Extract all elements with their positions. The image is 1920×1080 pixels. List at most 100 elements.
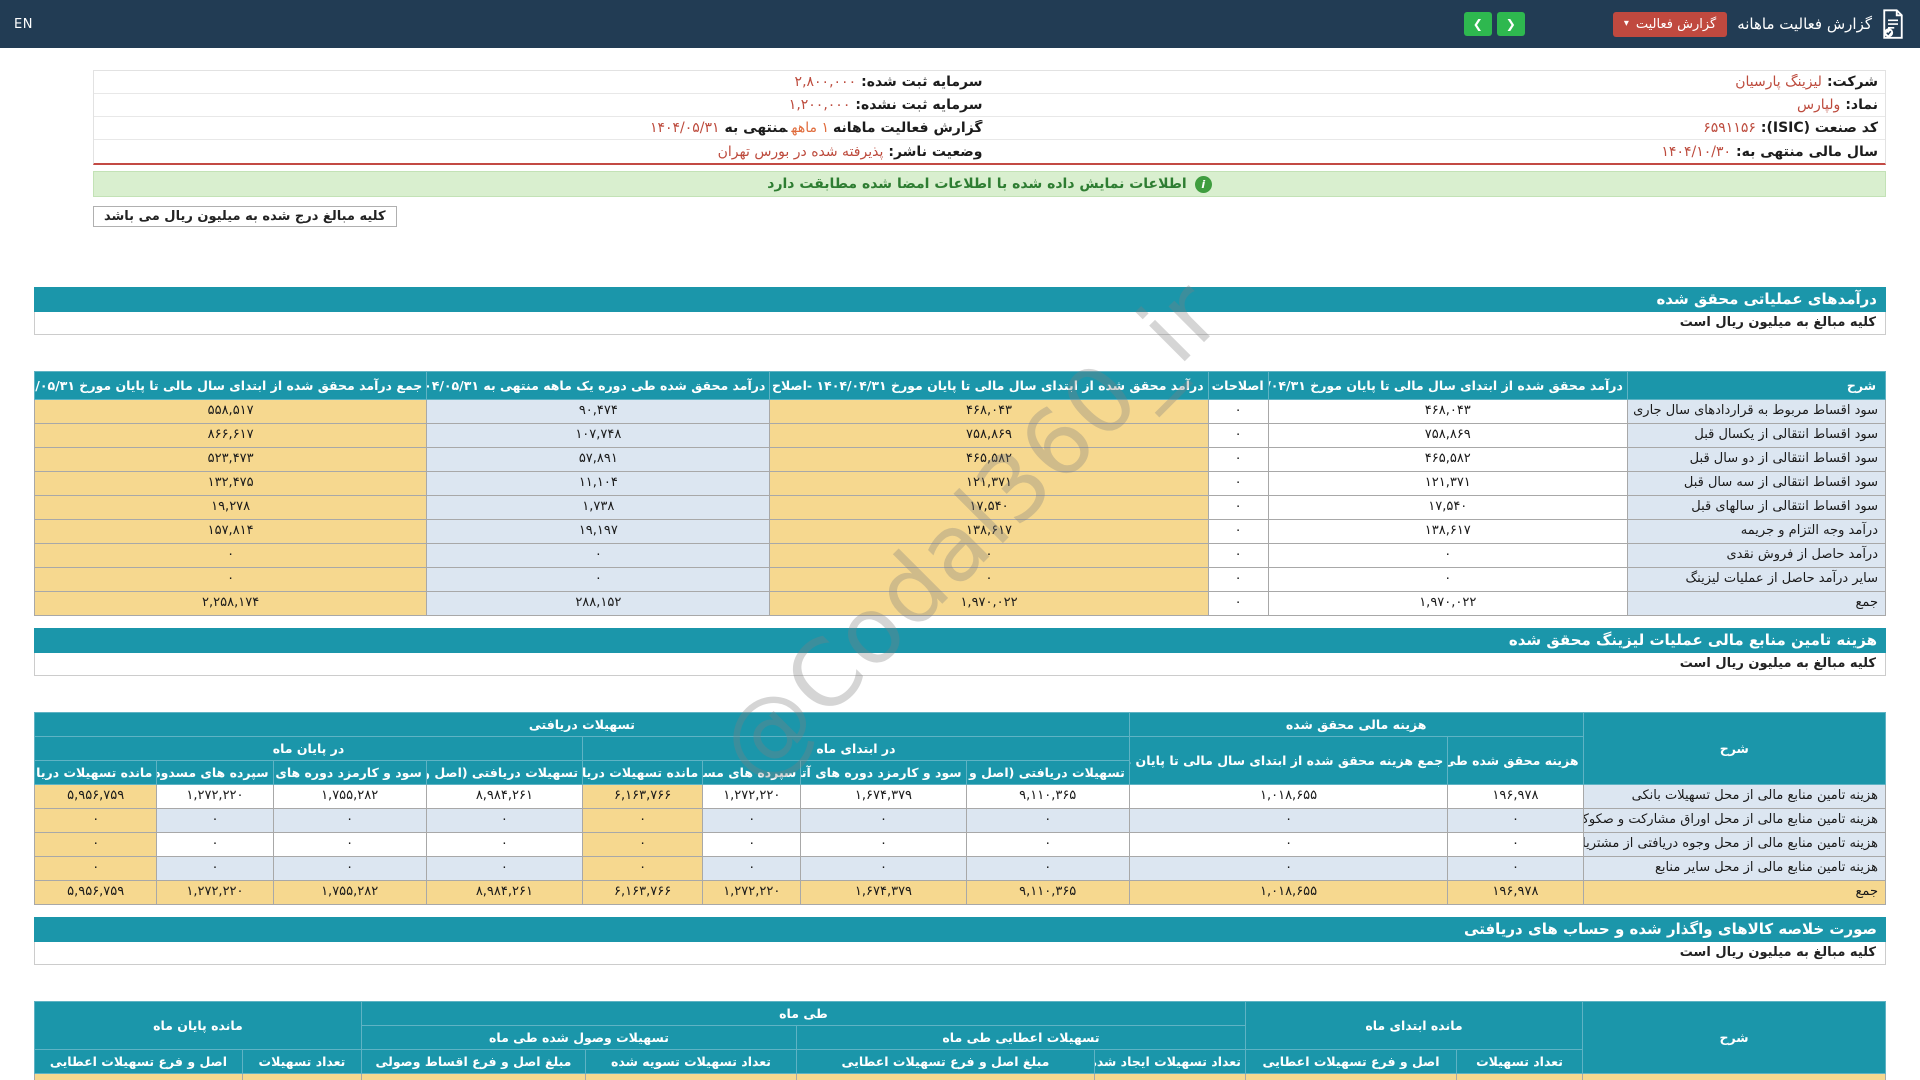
col-header: تسهیلات دریافتی (اصل و فرع) [425,760,584,785]
info-label: سال مالی منتهی به: [1736,143,1878,160]
value-cell: ۱۱,۱۰۴ [426,471,771,496]
info-value: ۲,۸۰۰,۰۰۰ [794,74,857,90]
value-cell: ۰ [800,856,967,881]
info-value: ۱,۲۰۰,۰۰۰ [788,97,851,113]
value-cell: ۰ [156,808,274,833]
row-label: جمع [1582,880,1887,905]
value-cell: ۱,۲۷۲,۲۲۰ [702,784,802,809]
col-header-desc: شرح [1626,371,1887,400]
value-cell: ۱,۲۷۲,۲۲۰ [156,880,274,905]
leased-goods-table: شرح مانده ابتدای ماه طی ماه مانده پایان … [33,1001,1886,1080]
value-cell: ۱۲۱,۳۷۱ [1267,471,1628,496]
value-cell: ۰ [425,832,584,857]
report-type-dropdown[interactable]: گزارش فعالیت ▾ [1612,11,1728,37]
financing-cost-table: شرح هزینه مالی محقق شده تسهیلات دریافتی … [33,712,1887,905]
next-report-button[interactable]: ❯ [1496,12,1525,36]
value-cell: ۹,۱۱۰,۳۶۵ [965,880,1130,905]
value-cell: ۰ [769,567,1209,592]
col-header: سود و کارمزد دوره های آتی [800,760,967,785]
section-operating-income: درآمدهای عملیاتی محقق شده کلیه مبالغ به … [33,287,1887,616]
value-cell: ۱,۷۵۵,۲۸۲ [272,880,427,905]
value-cell: ۱,۹۷۰,۰۲۲ [1267,591,1628,616]
row-label: سود اقساط انتقالی از سالهای قبل [1626,495,1887,520]
value-cell: ۰ [426,543,771,568]
info-row: نماد: ولپارس سرمایه ثبت نشده:۱,۲۰۰,۰۰۰ [94,94,1885,117]
value-cell: ۱,۶۷۴,۳۷۹ [800,784,967,809]
value-cell: ۱,۲۷۲,۲۲۰ [702,880,802,905]
language-toggle-en[interactable]: EN [14,17,33,32]
info-row: شرکت:لیزینگ پارسیان سرمایه ثبت شده:۲,۸۰۰,… [94,71,1885,94]
section-title: درآمدهای عملیاتی محقق شده [34,287,1886,312]
info-value[interactable]: لیزینگ پارسیان [1735,74,1822,90]
value-cell: ۰ [1207,543,1269,568]
value-cell: ۴۶۸,۰۴۳ [769,399,1209,424]
info-value: پذیرفته شده در بورس تهران [717,143,884,160]
value-cell: ۰ [272,856,427,881]
info-field: نماد: ولپارس [990,97,1886,113]
value-cell: ۵,۹۵۶,۷۵۹ [33,784,158,809]
value-cell: ۰ [156,856,274,881]
row-label: سایر درآمد حاصل از عملیات لیزینگ [1626,567,1887,592]
value-cell: ۰ [1447,832,1584,857]
report-pagination: ❮ ❯ [1463,12,1525,36]
value-cell: ۸,۹۸۴,۲۶۱ [425,784,584,809]
value-cell: ۰ [33,856,158,881]
prev-report-button[interactable]: ❮ [1463,12,1492,36]
col-header: درآمد محقق شده از ابتدای سال مالی تا پای… [769,371,1209,400]
col-group-header: تسهیلات اعطایی طی ماه [795,1025,1246,1050]
col-header: سپرده های مسدودی [702,760,802,785]
value-cell: ۸۶۶,۶۱۷ [33,423,428,448]
col-header: تعداد تسهیلات ایجاد شده [1093,1049,1246,1074]
amounts-unit-note: کلیه مبالغ درج شده به میلیون ریال می باش… [93,206,397,227]
value-cell: ۰ [965,832,1130,857]
col-header: مانده تسهیلات دریافتی [582,760,704,785]
table-row: سود اقساط مربوط به قراردادهای سال جاری ۴۶… [33,399,1887,424]
col-group-header: در ابتدای ماه [582,736,1130,761]
value-cell: ۰ [1207,495,1269,520]
info-value[interactable]: ولپارس [1797,97,1840,113]
col-group-header: طی ماه [360,1001,1246,1026]
value-cell: ۵۵۸,۵۱۷ [33,399,428,424]
col-group-header: تسهیلات وصول شده طی ماه [360,1025,797,1050]
value-cell: ۰ [1207,591,1269,616]
col-header-desc: شرح [1582,712,1887,785]
info-label: سرمایه ثبت نشده: [855,97,983,113]
table-row: هزینه تامین منابع مالی از محل تسهیلات با… [33,784,1887,809]
value-cell: ۸,۹۸۴,۲۶۱ [425,880,584,905]
monthly-report-document-icon [1880,9,1906,39]
value-cell: ۰ [1207,567,1269,592]
table-row: سود اقساط انتقالی از سه سال قبل ۱۲۱,۳۷۱ ۰ ۱… [33,471,1887,496]
info-value: ۶۵۹۱۱۵۶ [1703,120,1756,136]
value-cell: ۰ [582,808,704,833]
col-header: سود و کارمزد دوره های آتی [272,760,427,785]
row-label: هزینه تامین منابع مالی از محل تسهیلات با… [1582,784,1887,809]
table-row-partial [33,1073,1886,1080]
info-value: ۱۴۰۴/۱۰/۳۰ [1661,143,1731,160]
value-cell: ۵,۹۵۶,۷۵۹ [33,880,158,905]
value-cell: ۱۳۸,۶۱۷ [769,519,1209,544]
value-cell: ۶,۱۶۳,۷۶۶ [582,784,704,809]
value-cell: ۰ [1128,832,1449,857]
value-cell: ۰ [33,808,158,833]
value-cell: ۷۵۸,۸۶۹ [1267,423,1628,448]
table-row: جمع ۱,۹۷۰,۰۲۲ ۰ ۱,۹۷۰,۰۲۲ ۲۸۸,۱۵۲ ۲,۲۵۸,۱۷۴ [33,591,1887,616]
section-unit-note: کلیه مبالغ به میلیون ریال است [34,942,1886,965]
value-cell: ۰ [272,832,427,857]
value-cell: ۱,۰۱۸,۶۵۵ [1128,880,1449,905]
value-cell: ۰ [425,856,584,881]
row-label: هزینه تامین منابع مالی از محل اوراق مشار… [1582,808,1887,833]
value-cell: ۰ [965,856,1130,881]
section-leased-goods-summary: صورت خلاصه کالاهای واگذار شده و حساب های… [33,917,1886,1080]
col-header: درآمد محقق شده طی دوره یک ماهه منتهی به … [426,371,771,400]
value-cell: ۴۶۸,۰۴۳ [1267,399,1628,424]
table-row: سود اقساط انتقالی از دو سال قبل ۴۶۵,۵۸۲ ۰ ۴… [33,447,1887,472]
value-cell: ۲۸۸,۱۵۲ [426,591,771,616]
value-cell: ۰ [1447,856,1584,881]
row-label: درآمد حاصل از فروش نقدی [1626,543,1887,568]
info-label: نماد: [1845,97,1878,113]
row-label: درآمد وجه التزام و جریمه [1626,519,1887,544]
info-label: منتهی به [724,120,788,136]
value-cell: ۱۵۷,۸۱۴ [33,519,428,544]
value-cell: ۶,۱۶۳,۷۶۶ [582,880,704,905]
topbar: گزارش فعالیت ماهانه گزارش فعالیت ▾ ❮ ❯ E… [0,0,1920,48]
